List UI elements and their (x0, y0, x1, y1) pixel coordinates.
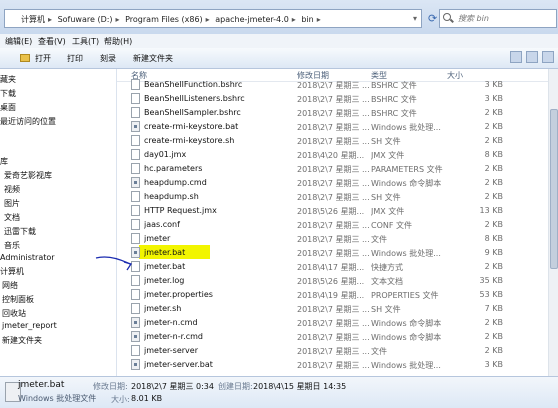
details-file-name: jmeter.bat (18, 380, 65, 390)
modified-value: 2018\2\7 星期三 0:34 (131, 382, 214, 391)
modified-label: 修改日期: (93, 382, 128, 391)
created-label: 创建日期: (218, 382, 253, 391)
created-value: 2018\4\15 星期日 14:35 (253, 382, 347, 391)
annotation-arrow (95, 256, 133, 271)
scrollbar-thumb[interactable] (550, 109, 558, 269)
details-pane: jmeter.bat Windows 批处理文件 修改日期: 2018\2\7 … (0, 376, 558, 408)
size-label: 大小: (111, 395, 130, 404)
details-file-type: Windows 批处理文件 (18, 394, 97, 403)
size-value: 8.01 KB (131, 394, 163, 403)
vertical-scrollbar[interactable] (548, 69, 558, 376)
